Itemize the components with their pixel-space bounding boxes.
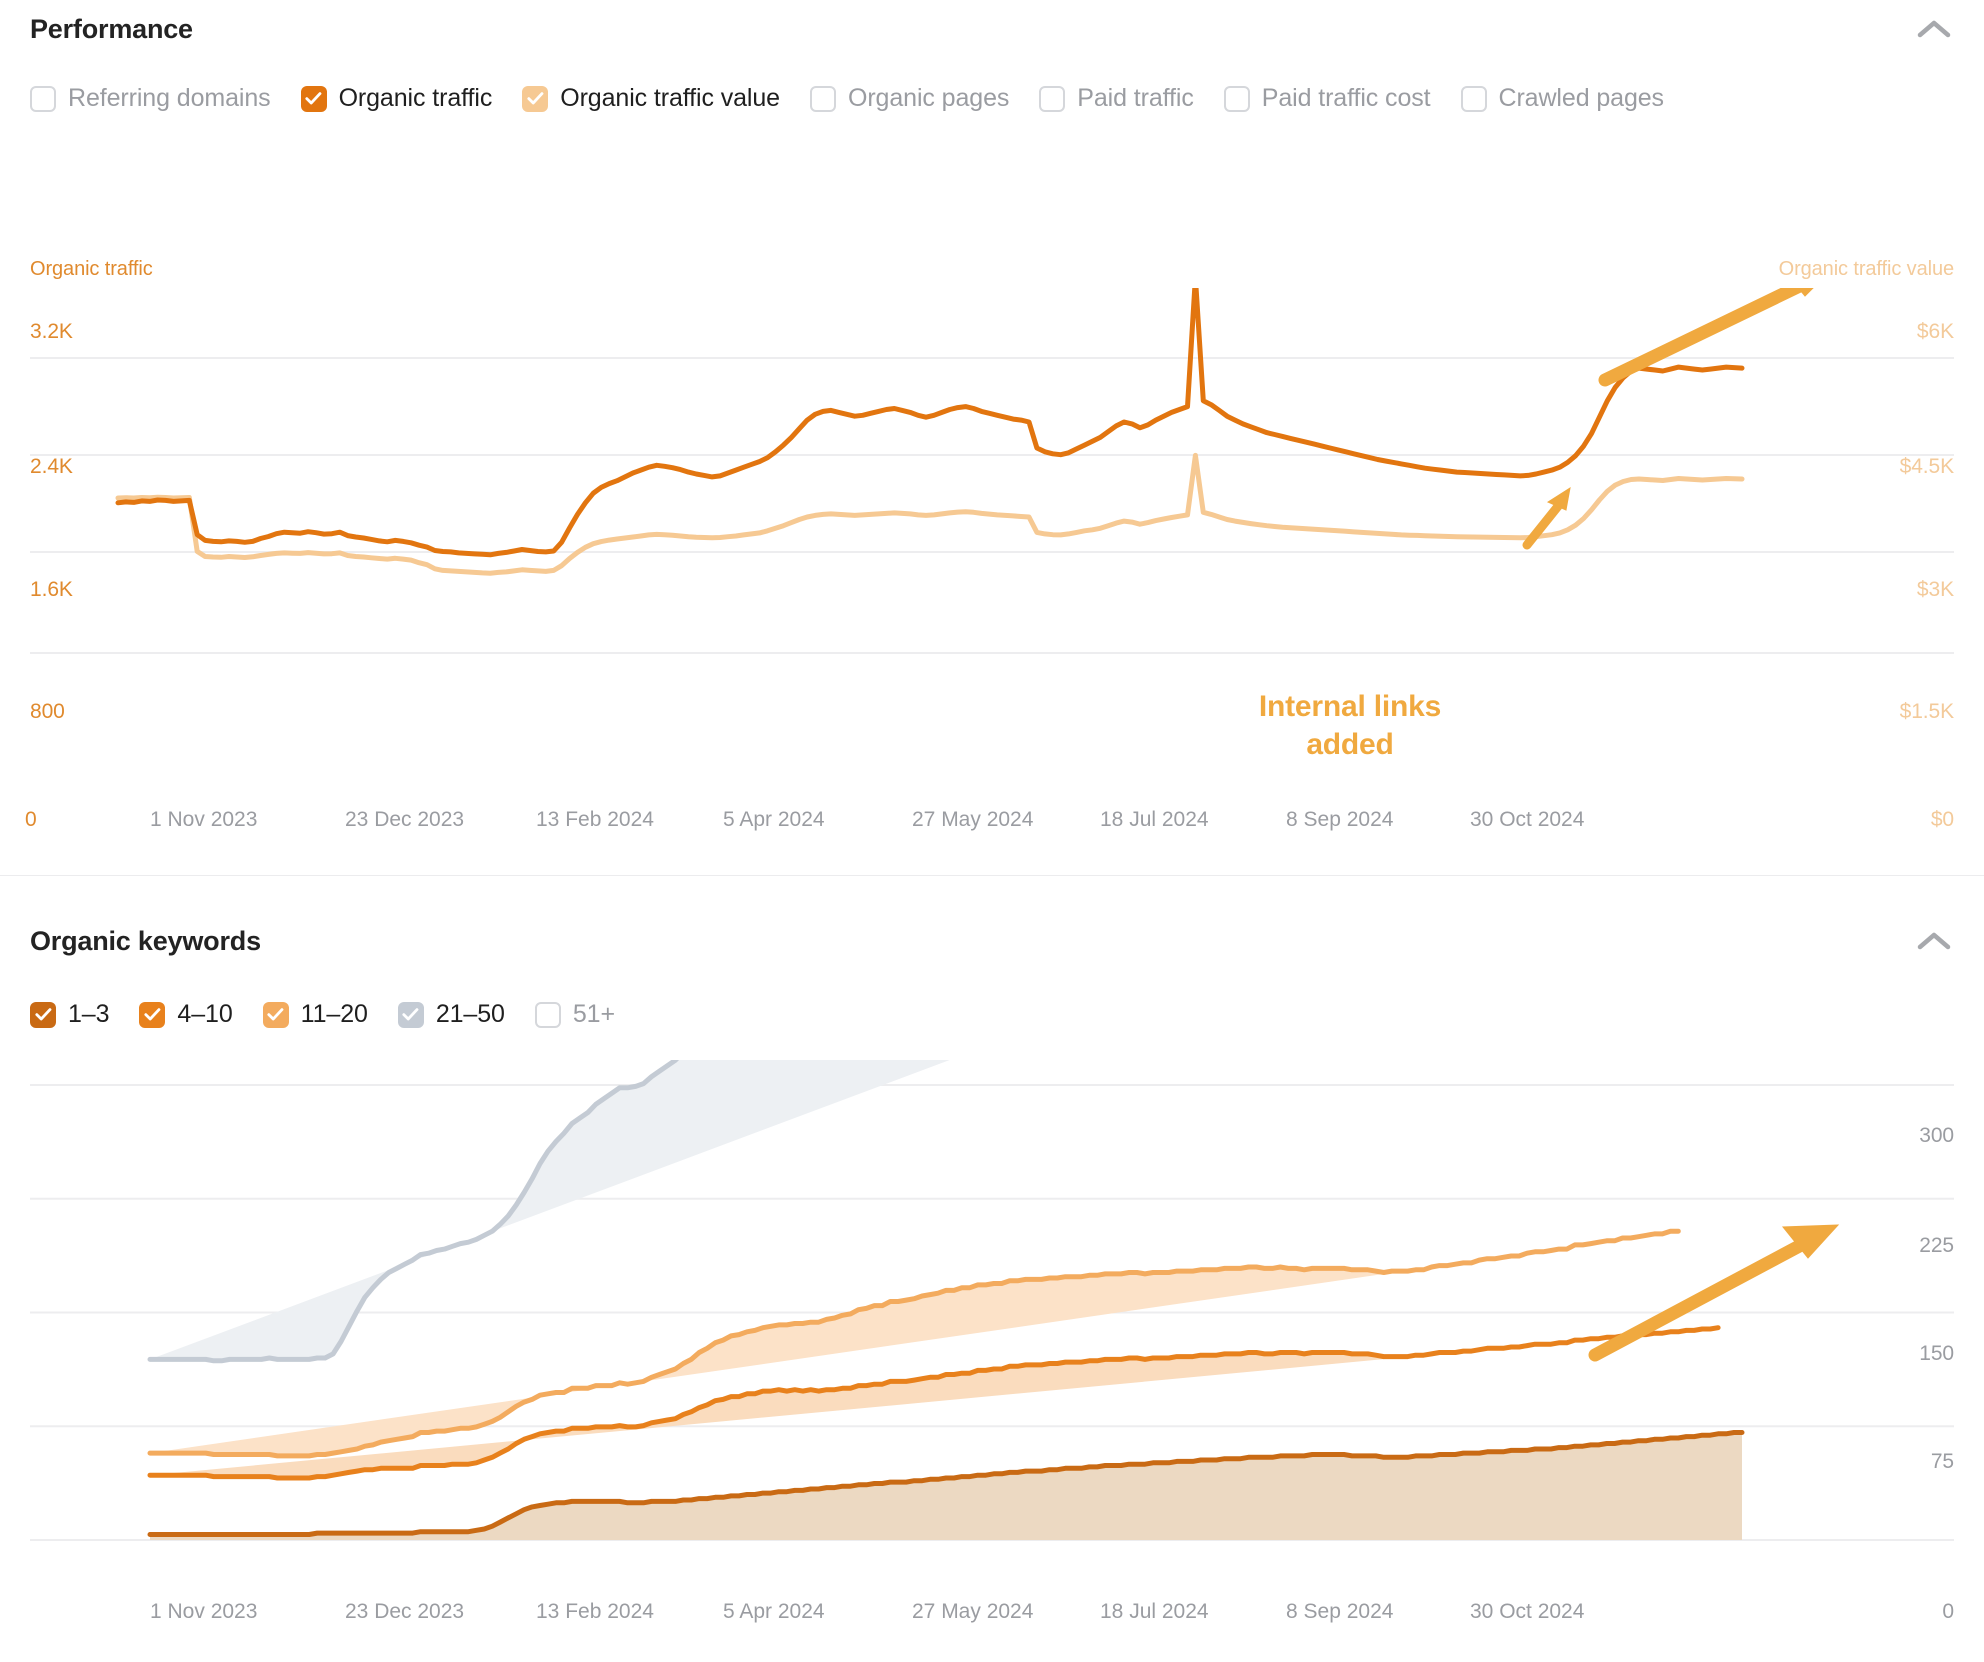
x-tick-label: 13 Feb 2024 [536,1600,654,1623]
checkbox-checked[interactable] [262,1001,289,1028]
y-tick-left-0: 0 [25,808,37,831]
y-tick-left-3: 2.4K [30,455,73,478]
checkbox-checked[interactable] [300,85,327,112]
y-tick-left-4: 3.2K [30,320,73,343]
metric-crawled-pages[interactable]: Crawled pages [1460,84,1665,113]
overview-page: Performance Referring domains Organic tra… [0,0,1984,1662]
bucket-label: 11–20 [300,1000,368,1028]
checkbox-checked[interactable] [139,1001,166,1028]
organic-keywords-chart [0,1060,1984,1550]
keywords-plot-svg [30,1060,1954,1541]
keyword-position-filters: 1–3 4–10 11–20 21–50 51+ [30,1000,1960,1029]
kw-y-tick-1: 75 [1930,1450,1954,1473]
metric-label: Organic pages [847,84,1010,112]
bucket-label: 4–10 [177,1000,233,1028]
kw-y-tick-4: 300 [1919,1124,1954,1147]
x-tick-label: 27 May 2024 [912,808,1034,831]
x-tick-label: 18 Jul 2024 [1100,808,1209,831]
bucket-4-10[interactable]: 4–10 [139,1000,233,1029]
metric-label: Organic traffic value [560,84,780,112]
x-tick-label: 27 May 2024 [912,1600,1034,1623]
left-axis-title: Organic traffic [30,258,153,280]
metric-referring-domains[interactable]: Referring domains [30,84,271,113]
checkbox-unchecked[interactable] [1223,85,1250,112]
bucket-label: 51+ [572,1000,615,1028]
bucket-label: 1–3 [68,1000,110,1028]
chevron-up-icon[interactable] [1914,9,1954,49]
checkbox-unchecked[interactable] [30,85,56,112]
x-tick-label: 8 Sep 2024 [1286,1600,1394,1623]
checkbox-unchecked[interactable] [1460,85,1487,112]
annotation-line-1: Internal links [1258,690,1442,723]
x-tick-label: 18 Jul 2024 [1100,1600,1209,1623]
chevron-up-icon[interactable] [1914,921,1954,961]
annotation-line-2: added [1306,727,1394,761]
x-tick-label: 1 Nov 2023 [150,808,258,831]
x-tick-label: 5 Apr 2024 [723,1600,825,1623]
metric-organic-pages[interactable]: Organic pages [809,84,1010,113]
x-tick-label: 1 Nov 2023 [150,1600,258,1623]
y-tick-right-1: $1.5K [1899,700,1954,723]
x-tick-label: 23 Dec 2023 [345,808,465,831]
bucket-51[interactable]: 51+ [534,1000,615,1029]
bucket-11-20[interactable]: 11–20 [262,1000,368,1029]
performance-metric-filters: Referring domains Organic traffic Organic … [30,84,1960,113]
checkbox-unchecked[interactable] [809,85,836,112]
performance-header: Performance [0,8,1984,50]
section-divider [0,875,1984,876]
metric-label: Paid traffic [1077,84,1194,112]
y-tick-right-2: $3K [1916,578,1954,601]
performance-plot-svg [30,288,1954,654]
right-axis-title: Organic traffic value [1778,258,1954,280]
x-tick-label: 30 Oct 2024 [1470,808,1585,831]
kw-y-tick-2: 150 [1919,1342,1954,1365]
kw-y-tick-0: 0 [1942,1600,1954,1623]
bucket-label: 21–50 [435,1000,505,1028]
organic-keywords-header: Organic keywords [0,920,1984,962]
checkbox-checked[interactable] [397,1001,424,1028]
checkbox-unchecked[interactable] [1039,85,1066,112]
page-title: Performance [30,13,193,44]
bucket-21-50[interactable]: 21–50 [397,1000,505,1029]
checkbox-checked[interactable] [522,85,549,112]
metric-paid-traffic-cost[interactable]: Paid traffic cost [1223,84,1431,113]
kw-y-tick-3: 225 [1919,1234,1954,1257]
keywords-title: Organic keywords [30,925,261,956]
x-tick-label: 8 Sep 2024 [1286,808,1394,831]
x-tick-label: 5 Apr 2024 [723,808,825,831]
y-tick-right-4: $6K [1916,320,1954,343]
metric-label: Paid traffic cost [1261,84,1431,112]
metric-paid-traffic[interactable]: Paid traffic [1039,84,1194,113]
x-tick-label: 23 Dec 2023 [345,1600,465,1623]
bucket-1-3[interactable]: 1–3 [30,1000,110,1029]
metric-organic-traffic[interactable]: Organic traffic [300,84,493,113]
y-tick-left-2: 1.6K [30,578,73,601]
performance-chart [0,288,1984,788]
y-tick-right-3: $4.5K [1899,455,1954,478]
y-tick-left-1: 800 [30,700,65,723]
metric-organic-traffic-value[interactable]: Organic traffic value [522,84,780,113]
y-tick-right-0: $0 [1930,808,1954,831]
metric-label: Referring domains [68,84,271,112]
internal-links-annotation: Internal links added [1190,688,1510,763]
x-tick-label: 30 Oct 2024 [1470,1600,1585,1623]
checkbox-checked[interactable] [30,1001,56,1028]
x-tick-label: 13 Feb 2024 [536,808,654,831]
metric-label: Crawled pages [1498,84,1665,112]
metric-label: Organic traffic [338,84,493,112]
checkbox-unchecked[interactable] [534,1001,561,1028]
